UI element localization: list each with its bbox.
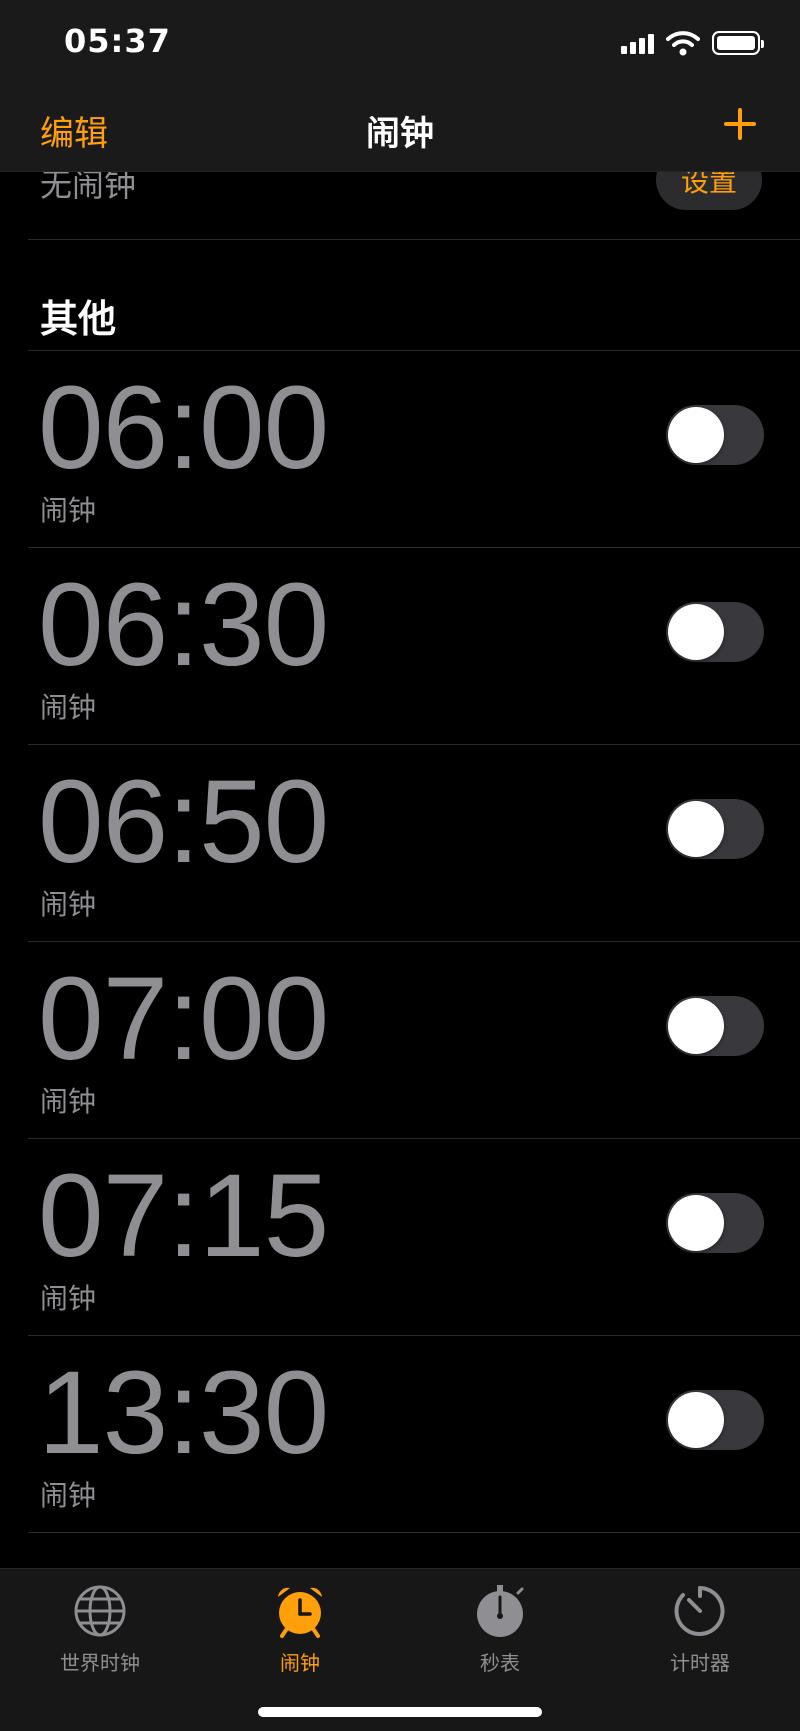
tab-timer[interactable]: 计时器 — [620, 1583, 780, 1676]
timer-icon — [672, 1583, 728, 1639]
alarm-row[interactable]: 06:00 闹钟 — [28, 351, 800, 548]
toggle-knob — [668, 604, 724, 660]
alarm-row[interactable]: 06:50 闹钟 — [28, 745, 800, 942]
alarm-label: 闹钟 — [40, 888, 97, 921]
alarm-time: 07:15 — [38, 1150, 329, 1282]
home-indicator[interactable] — [258, 1707, 542, 1717]
alarm-list: 06:00 闹钟 06:30 闹钟 06:50 闹钟 07:00 闹钟 07:1… — [28, 351, 800, 1533]
tab-alarm[interactable]: 闹钟 — [220, 1583, 380, 1676]
add-alarm-button[interactable] — [718, 102, 762, 146]
navigation-header: 05:37 编辑 闹钟 — [0, 0, 800, 172]
globe-icon — [72, 1583, 128, 1639]
toggle-knob — [668, 1392, 724, 1448]
alarm-toggle[interactable] — [666, 602, 764, 662]
toggle-knob — [668, 407, 724, 463]
alarm-label: 闹钟 — [40, 1085, 97, 1118]
alarm-time: 06:00 — [38, 362, 329, 494]
alarm-clock-icon — [272, 1583, 328, 1639]
alarm-toggle[interactable] — [666, 996, 764, 1056]
alarm-row[interactable]: 13:30 闹钟 — [28, 1336, 800, 1533]
tab-label: 闹钟 — [280, 1651, 320, 1675]
alarm-row[interactable]: 07:00 闹钟 — [28, 942, 800, 1139]
clock-app-screen: 无闹钟 设置 其他 06:00 闹钟 06:30 闹钟 06:50 闹钟 07:… — [0, 0, 800, 1731]
tab-label: 世界时钟 — [60, 1651, 140, 1675]
alarm-time: 13:30 — [38, 1347, 329, 1479]
toggle-knob — [668, 1195, 724, 1251]
alarm-time: 06:50 — [38, 756, 329, 888]
wifi-icon — [666, 31, 700, 56]
alarm-row[interactable]: 07:15 闹钟 — [28, 1139, 800, 1336]
alarm-time: 07:00 — [38, 953, 329, 1085]
tab-world-clock[interactable]: 世界时钟 — [20, 1583, 180, 1676]
alarm-row[interactable]: 06:30 闹钟 — [28, 548, 800, 745]
alarm-toggle[interactable] — [666, 405, 764, 465]
alarm-label: 闹钟 — [40, 691, 97, 724]
page-title: 闹钟 — [366, 114, 434, 154]
status-icons — [621, 28, 764, 58]
battery-icon — [712, 31, 764, 55]
cellular-signal-icon — [621, 32, 654, 54]
toggle-knob — [668, 998, 724, 1054]
tab-stopwatch[interactable]: 秒表 — [420, 1583, 580, 1676]
edit-button[interactable]: 编辑 — [40, 106, 108, 155]
alarm-toggle[interactable] — [666, 799, 764, 859]
tab-label: 秒表 — [480, 1651, 520, 1675]
alarm-label: 闹钟 — [40, 1282, 97, 1315]
section-header-other: 其他 — [40, 297, 117, 341]
toggle-knob — [668, 801, 724, 857]
alarm-label: 闹钟 — [40, 1479, 97, 1512]
stopwatch-icon — [472, 1583, 528, 1639]
alarm-toggle[interactable] — [666, 1193, 764, 1253]
status-time: 05:37 — [64, 22, 171, 60]
alarm-toggle[interactable] — [666, 1390, 764, 1450]
alarm-label: 闹钟 — [40, 494, 97, 527]
alarm-time: 06:30 — [38, 559, 329, 691]
tab-label: 计时器 — [670, 1651, 730, 1675]
